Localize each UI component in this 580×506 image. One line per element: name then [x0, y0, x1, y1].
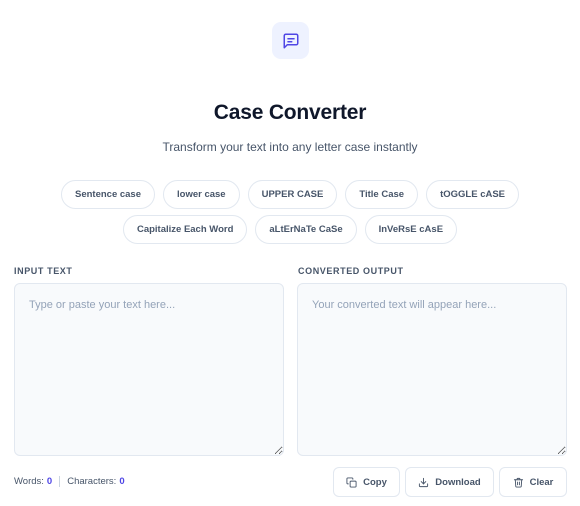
input-text-label: INPUT TEXT — [14, 266, 73, 276]
text-stats: Words: 0 Characters: 0 — [14, 476, 125, 487]
trash-icon — [513, 477, 523, 488]
page-subtitle: Transform your text into any letter case… — [162, 140, 418, 154]
download-button[interactable]: Download — [405, 467, 494, 497]
word-count: 0 — [46, 476, 53, 487]
message-square-icon — [283, 33, 298, 48]
input-textarea[interactable] — [14, 283, 284, 456]
converted-output-label: CONVERTED OUTPUT — [298, 266, 404, 276]
copy-button[interactable]: Copy — [333, 467, 400, 497]
copy-icon — [346, 476, 357, 488]
words-label: Words: — [14, 476, 44, 487]
copy-button-label: Copy — [363, 476, 387, 488]
download-button-label: Download — [435, 476, 481, 488]
stats-divider — [59, 476, 61, 487]
case-options-row-1: Sentence case lower case UPPER CASE Titl… — [0, 180, 580, 209]
output-textarea[interactable] — [297, 283, 567, 456]
inverse-case-button[interactable]: InVeRsE cAsE — [364, 215, 458, 244]
characters-label: Characters: — [67, 476, 117, 487]
alternate-case-button[interactable]: aLtErNaTe CaSe — [255, 215, 357, 244]
lower-case-button[interactable]: lower case — [163, 180, 240, 209]
app-logo — [272, 22, 309, 59]
page-title: Case Converter — [213, 101, 367, 124]
upper-case-button[interactable]: UPPER CASE — [247, 180, 338, 209]
clear-button[interactable]: Clear — [499, 467, 567, 497]
clear-button-label: Clear — [529, 476, 554, 488]
case-options-row-2: Capitalize Each Word aLtErNaTe CaSe InVe… — [0, 215, 580, 244]
sentence-case-button[interactable]: Sentence case — [60, 180, 155, 209]
capitalize-each-word-button[interactable]: Capitalize Each Word — [122, 215, 248, 244]
download-icon — [419, 477, 429, 487]
title-case-button[interactable]: Title Case — [345, 180, 419, 209]
toggle-case-button[interactable]: tOGGLE cASE — [426, 180, 520, 209]
character-count: 0 — [119, 476, 125, 487]
